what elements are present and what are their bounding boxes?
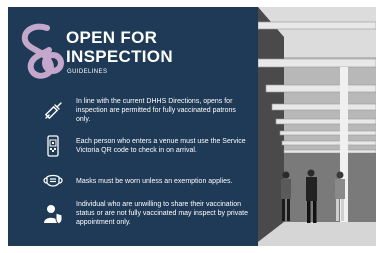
- person-shield-icon: [40, 203, 66, 225]
- syringe-icon: [40, 100, 66, 122]
- info-panel: OPEN FOR INSPECTION GUIDELINES In line w…: [8, 7, 258, 246]
- face-mask-icon: [40, 170, 66, 192]
- house-entrance-with-visitors-photo: [258, 7, 376, 246]
- guideline-text: Masks must be worn unless an exemption a…: [76, 177, 233, 185]
- title-line-2: INSPECTION: [66, 47, 173, 66]
- qr-code-phone-icon: [40, 135, 66, 157]
- guideline-text: Each person who enters a venue must use …: [76, 138, 246, 154]
- guideline-text: In line with the current DHHS Directions…: [76, 98, 236, 123]
- guideline-text: Individual who are unwilling to share th…: [76, 201, 248, 226]
- guideline-item-vaccination: In line with the current DHHS Directions…: [40, 97, 252, 124]
- guideline-item-masks: Masks must be worn unless an exemption a…: [40, 170, 252, 192]
- subtitle: GUIDELINES: [67, 69, 108, 75]
- guideline-item-qr-checkin: Each person who enters a venue must use …: [40, 135, 252, 157]
- guideline-item-private-appointment: Individual who are unwilling to share th…: [40, 200, 252, 227]
- brand-logo: [21, 23, 64, 79]
- title-line-1: OPEN FOR: [66, 28, 158, 47]
